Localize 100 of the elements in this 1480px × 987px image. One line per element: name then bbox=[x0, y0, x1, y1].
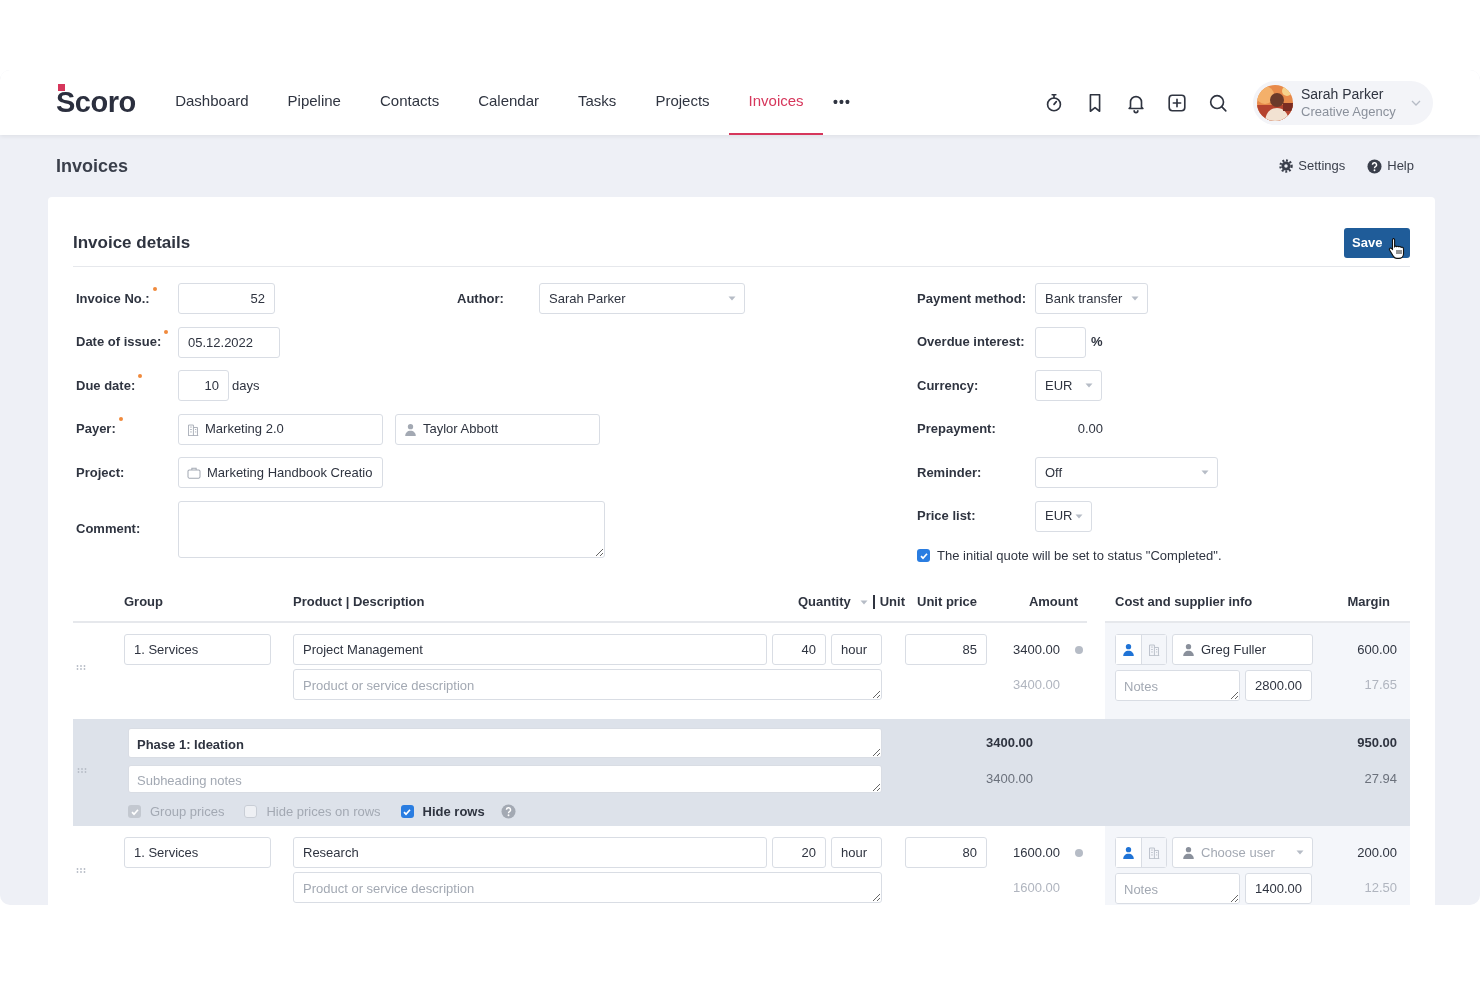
nav-tab[interactable]: Dashboard bbox=[155, 70, 269, 135]
checkbox[interactable] bbox=[917, 549, 930, 563]
input-field[interactable]: 20 bbox=[772, 837, 826, 868]
input-field[interactable]: hour bbox=[831, 634, 882, 665]
checkbox[interactable] bbox=[400, 805, 414, 819]
input-field[interactable]: 52 bbox=[178, 283, 275, 314]
select-field[interactable]: EUR bbox=[1035, 500, 1092, 532]
field-label: Due date: bbox=[76, 376, 136, 395]
input-field[interactable]: 40 bbox=[772, 634, 826, 665]
input-field[interactable]: 80 bbox=[905, 837, 987, 868]
select-field[interactable]: Sarah Parker bbox=[539, 283, 745, 314]
amount-value: 1600.00 bbox=[1012, 878, 1060, 897]
input-field[interactable]: 05.12.2022 bbox=[178, 326, 280, 358]
select-field[interactable]: EUR bbox=[1035, 370, 1102, 401]
add-icon[interactable] bbox=[1166, 91, 1188, 114]
column-header: Amount bbox=[1028, 594, 1078, 610]
notes-field[interactable]: Notes bbox=[1115, 873, 1240, 904]
caret-icon bbox=[1131, 296, 1139, 301]
input-field[interactable]: 1. Services bbox=[124, 837, 271, 868]
input-field[interactable]: 10 bbox=[178, 370, 229, 401]
subheading-field[interactable]: Phase 1: Ideation bbox=[128, 728, 882, 758]
input-field[interactable]: Marketing 2.0 bbox=[178, 413, 383, 445]
amount-value: 3400.00 bbox=[986, 734, 1033, 752]
column-header[interactable]: Quantity bbox=[798, 592, 851, 612]
user-menu[interactable]: Sarah Parker Creative Agency bbox=[1253, 80, 1433, 125]
caret-icon bbox=[1296, 850, 1304, 855]
field-label: Overdue interest: bbox=[917, 333, 1025, 352]
caret-icon bbox=[1085, 383, 1093, 388]
settings-icon bbox=[1279, 159, 1294, 173]
input-field[interactable] bbox=[1035, 326, 1086, 358]
margin-value: 200.00 bbox=[1357, 844, 1397, 862]
field-label: Comment: bbox=[76, 520, 141, 539]
amount-value: 3400.00 bbox=[1012, 640, 1060, 659]
nav-tab[interactable]: Tasks bbox=[558, 70, 636, 135]
amount-value: 1600.00 bbox=[1012, 843, 1060, 862]
drag-handle-icon[interactable] bbox=[76, 867, 86, 873]
column-header: Product | Description bbox=[293, 594, 425, 610]
person-icon bbox=[1122, 846, 1135, 859]
more-menu[interactable]: ••• bbox=[833, 92, 851, 113]
amount-value: 3400.00 bbox=[986, 770, 1033, 788]
settings-link[interactable]: Settings bbox=[1279, 156, 1346, 176]
input-field[interactable]: Marketing Handbook Creatio bbox=[178, 457, 383, 488]
input-field[interactable]: 1. Services bbox=[124, 634, 271, 665]
drag-handle-icon[interactable] bbox=[77, 768, 87, 773]
person-icon bbox=[404, 422, 417, 436]
field-label: Currency: bbox=[917, 376, 979, 395]
field-label: Prepayment: bbox=[917, 420, 996, 439]
select-field[interactable]: Off bbox=[1035, 457, 1218, 488]
margin-percent: 17.65 bbox=[1364, 676, 1397, 694]
column-header: Unit bbox=[879, 593, 905, 612]
required-mark bbox=[164, 330, 169, 335]
margin-percent: 27.94 bbox=[1364, 770, 1397, 788]
column-header: Cost and supplier info bbox=[1115, 594, 1253, 610]
input-field[interactable]: Research bbox=[293, 837, 767, 868]
select-field[interactable]: Bank transfer bbox=[1035, 283, 1148, 314]
nav-tab[interactable]: Invoices bbox=[729, 70, 824, 135]
column-header: Unit price bbox=[917, 594, 977, 610]
help-link[interactable]: Help bbox=[1367, 156, 1414, 176]
nav-tab[interactable]: Projects bbox=[635, 70, 730, 135]
page-title: Invoices bbox=[56, 154, 129, 178]
comment-field[interactable] bbox=[178, 500, 605, 558]
input-field[interactable]: 1400.00 bbox=[1245, 873, 1312, 904]
field-label: Project: bbox=[76, 463, 125, 482]
description-field[interactable]: Product or service description bbox=[293, 669, 882, 700]
required-mark bbox=[152, 286, 157, 291]
checkbox-label: Group prices bbox=[150, 803, 225, 821]
required-mark bbox=[118, 417, 123, 422]
field-label: Reminder: bbox=[917, 463, 982, 482]
checkbox-label: Hide prices on rows bbox=[266, 803, 381, 821]
description-field[interactable]: Product or service description bbox=[293, 872, 882, 903]
margin-percent: 12.50 bbox=[1364, 879, 1397, 897]
required-mark bbox=[138, 373, 143, 378]
amount-value: 3400.00 bbox=[1012, 675, 1060, 694]
notes-field[interactable]: Notes bbox=[1115, 670, 1240, 701]
hand-cursor-icon bbox=[1388, 236, 1406, 259]
nav-tab[interactable]: Contacts bbox=[360, 70, 459, 135]
nav-tab[interactable]: Calendar bbox=[458, 70, 559, 135]
nav-tab[interactable]: Pipeline bbox=[268, 70, 361, 135]
column-header: Margin bbox=[1347, 594, 1390, 610]
notes-field[interactable]: Subheading notes bbox=[128, 765, 882, 793]
help-icon[interactable] bbox=[500, 804, 516, 820]
user-field[interactable]: Greg Fuller bbox=[1172, 634, 1313, 665]
field-label: Invoice No.: bbox=[76, 289, 150, 308]
unit-label: % bbox=[1091, 333, 1103, 352]
person-icon bbox=[1122, 643, 1135, 656]
field-label: Author: bbox=[457, 289, 505, 308]
input-field[interactable]: Taylor Abbott bbox=[395, 413, 600, 445]
input-field[interactable]: 85 bbox=[905, 634, 987, 665]
checkbox-label: The initial quote will be set to status "Completed". bbox=[937, 547, 1222, 565]
caret-icon bbox=[859, 599, 868, 605]
briefcase-icon bbox=[187, 466, 201, 479]
company-toggle[interactable] bbox=[1141, 635, 1166, 664]
margin-value: 950.00 bbox=[1357, 734, 1397, 752]
company-toggle[interactable] bbox=[1141, 838, 1166, 867]
input-field[interactable]: Project Management bbox=[293, 634, 767, 665]
input-field[interactable]: 2800.00 bbox=[1245, 670, 1312, 701]
checkbox-label: Hide rows bbox=[422, 803, 485, 821]
building-icon bbox=[187, 422, 199, 436]
input-field[interactable]: hour bbox=[831, 837, 882, 868]
drag-handle-icon[interactable] bbox=[76, 664, 86, 670]
